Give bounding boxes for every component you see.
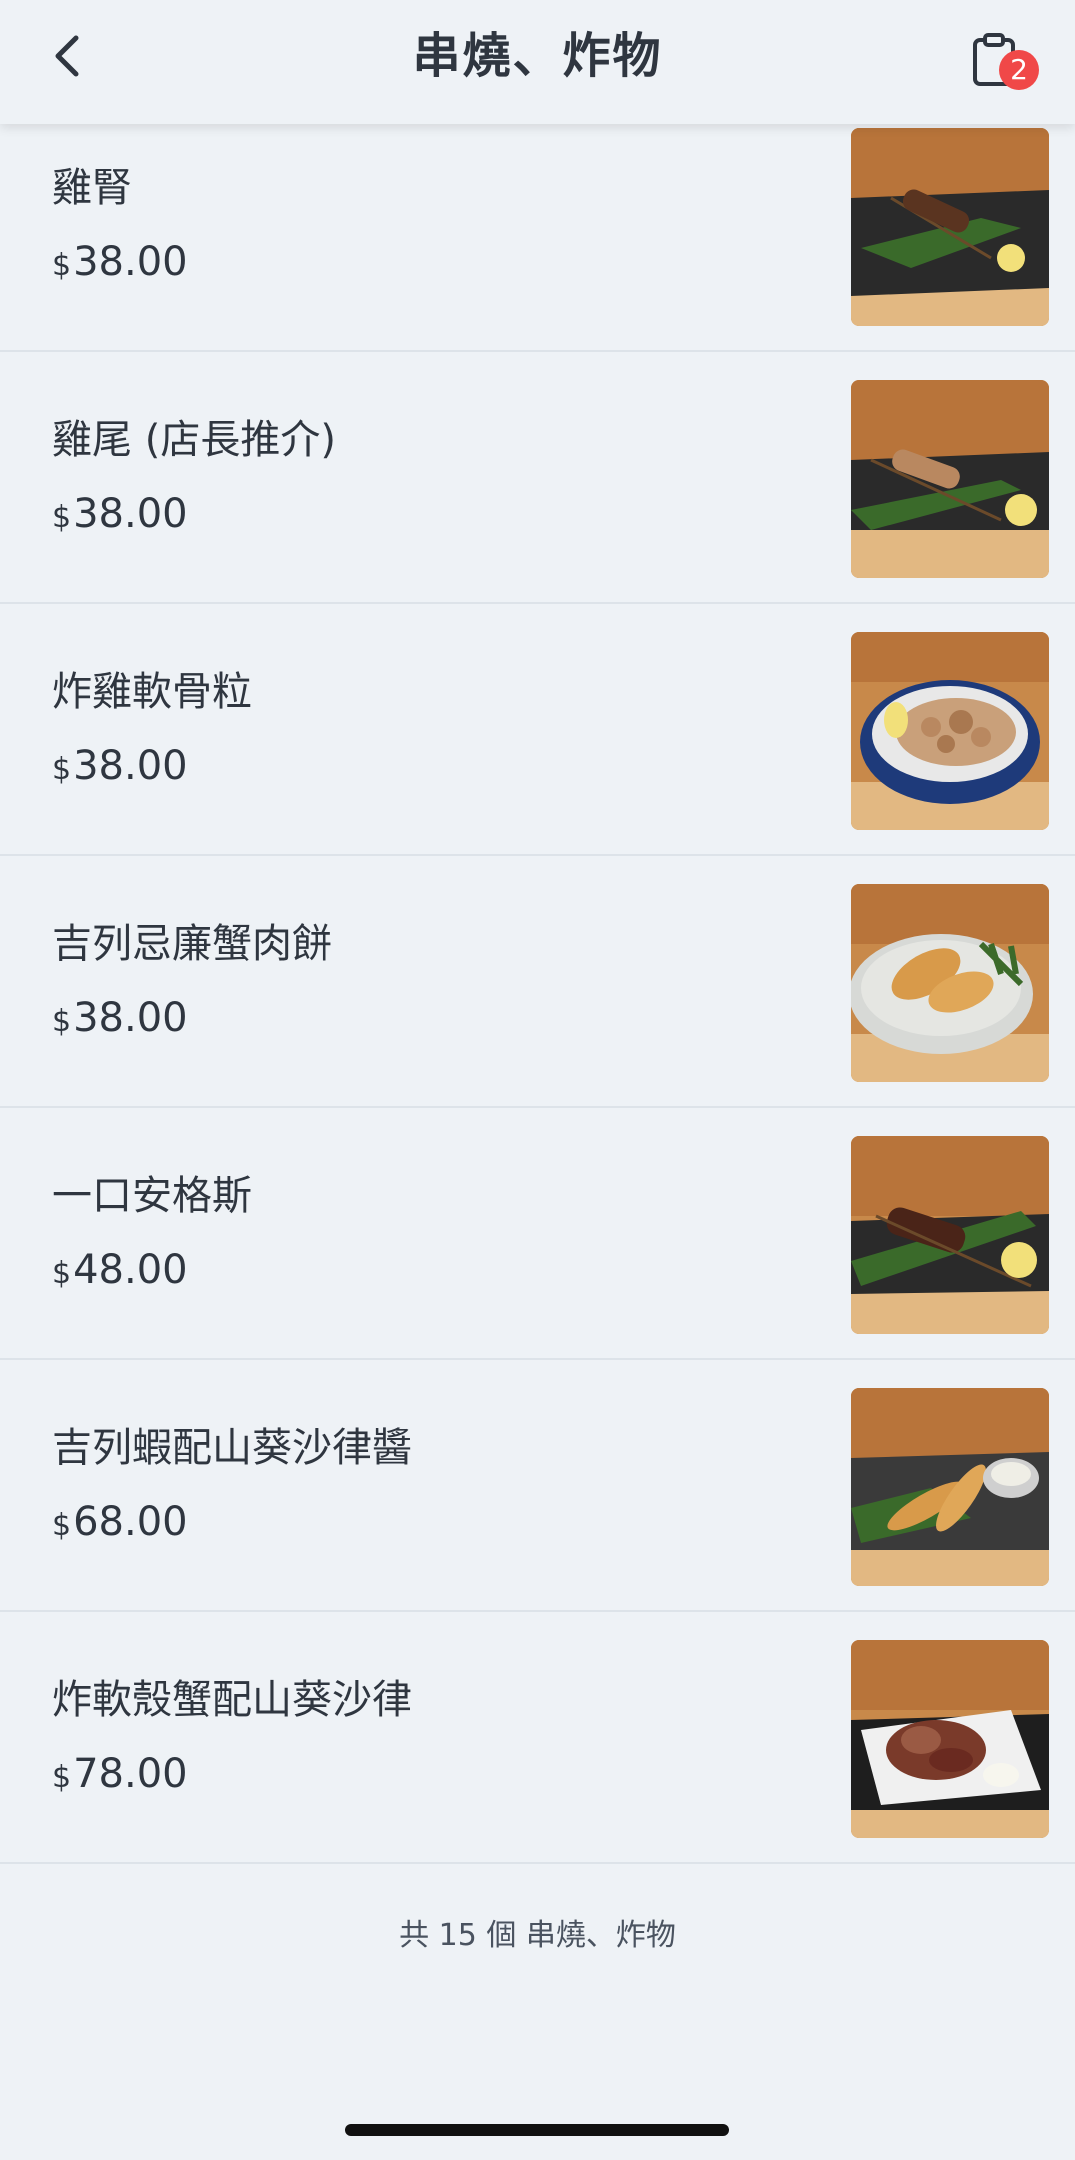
item-name: 一口安格斯 — [52, 1173, 252, 1219]
croquette-plate-photo — [851, 884, 1049, 1082]
currency-symbol: $ — [52, 500, 72, 535]
item-price: $48.00 — [52, 1242, 188, 1302]
menu-item-list: 雞腎 $38.00 雞尾 (店長推介) $38.00 炸雞軟骨粒 $38.00 … — [0, 100, 1075, 1864]
currency-symbol: $ — [52, 752, 72, 787]
item-name: 炸雞軟骨粒 — [52, 669, 252, 715]
item-price: $38.00 — [52, 486, 188, 546]
menu-item[interactable]: 吉列蝦配山葵沙律醬 $68.00 — [0, 1360, 1075, 1612]
item-name: 雞尾 (店長推介) — [52, 417, 336, 463]
item-price: $78.00 — [52, 1746, 188, 1806]
fried-bites-bowl-photo — [851, 632, 1049, 830]
beef-skewer-photo — [851, 1136, 1049, 1334]
item-price: $38.00 — [52, 234, 188, 294]
menu-item[interactable]: 一口安格斯 $48.00 — [0, 1108, 1075, 1360]
menu-item[interactable]: 雞尾 (店長推介) $38.00 — [0, 352, 1075, 604]
item-name: 炸軟殼蟹配山葵沙律 — [52, 1677, 412, 1723]
item-price: $68.00 — [52, 1494, 188, 1554]
item-name: 吉列忌廉蟹肉餅 — [52, 921, 332, 967]
currency-symbol: $ — [52, 1760, 72, 1795]
page-title: 串燒、炸物 — [412, 28, 663, 84]
fried-shrimp-photo — [851, 1388, 1049, 1586]
cart-count-badge: 2 — [999, 50, 1039, 90]
currency-symbol: $ — [52, 1508, 72, 1543]
home-indicator — [345, 2124, 729, 2136]
price-value: 68.00 — [73, 1499, 188, 1545]
skewer-on-leaf-photo — [851, 380, 1049, 578]
menu-item[interactable]: 雞腎 $38.00 — [0, 100, 1075, 352]
item-name: 雞腎 — [52, 165, 132, 211]
price-value: 38.00 — [73, 743, 188, 789]
skewer-on-leaf-photo — [851, 128, 1049, 326]
currency-symbol: $ — [52, 248, 72, 283]
item-count-footer: 共 15 個 串燒、炸物 — [399, 1918, 676, 1953]
price-value: 38.00 — [73, 995, 188, 1041]
price-value: 38.00 — [73, 239, 188, 285]
menu-item[interactable]: 炸雞軟骨粒 $38.00 — [0, 604, 1075, 856]
top-bar: 串燒、炸物 2 — [0, 0, 1075, 124]
price-value: 78.00 — [73, 1751, 188, 1797]
menu-item[interactable]: 吉列忌廉蟹肉餅 $38.00 — [0, 856, 1075, 1108]
item-price: $38.00 — [52, 738, 188, 798]
cart-button[interactable]: 2 — [961, 24, 1041, 96]
price-value: 38.00 — [73, 491, 188, 537]
menu-item[interactable]: 炸軟殼蟹配山葵沙律 $78.00 — [0, 1612, 1075, 1864]
item-name: 吉列蝦配山葵沙律醬 — [52, 1425, 412, 1471]
currency-symbol: $ — [52, 1004, 72, 1039]
currency-symbol: $ — [52, 1256, 72, 1291]
soft-shell-crab-photo — [851, 1640, 1049, 1838]
price-value: 48.00 — [73, 1247, 188, 1293]
item-price: $38.00 — [52, 990, 188, 1050]
